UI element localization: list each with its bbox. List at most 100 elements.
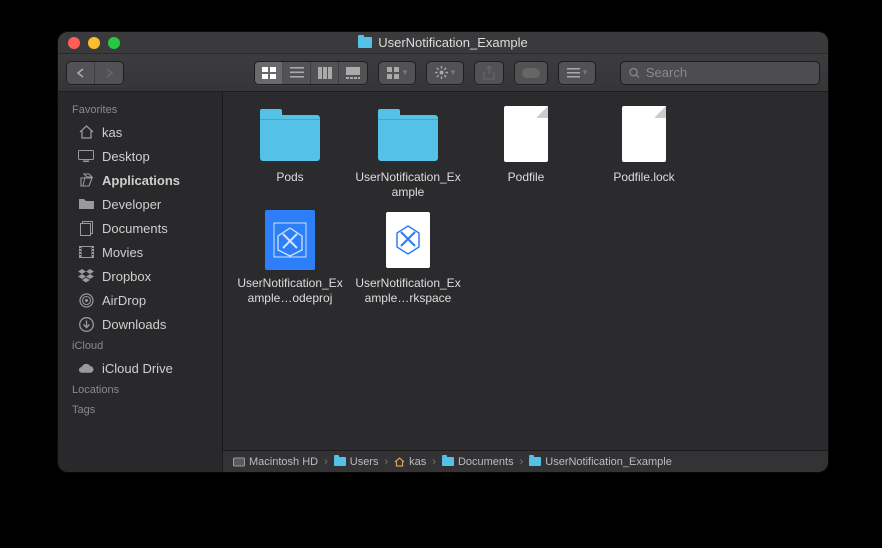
path-segment[interactable]: Documents xyxy=(442,456,514,468)
chevron-right-icon: › xyxy=(432,456,436,468)
main-content: PodsUserNotification_ExamplePodfilePodfi… xyxy=(223,92,828,472)
back-button[interactable] xyxy=(67,62,95,84)
gallery-view-button[interactable] xyxy=(339,62,367,84)
sidebar-section-header: Favorites xyxy=(58,100,222,120)
sidebar-item-label: AirDrop xyxy=(102,293,146,308)
disk-icon xyxy=(233,456,245,468)
column-view-button[interactable] xyxy=(311,62,339,84)
path-segment[interactable]: UserNotification_Example xyxy=(529,456,672,468)
downloads-icon xyxy=(78,316,94,332)
action-button-group: ▾ xyxy=(426,61,464,85)
chevron-right-icon: › xyxy=(384,456,388,468)
sidebar-item-desktop[interactable]: Desktop xyxy=(58,144,222,168)
file-item[interactable]: Podfile xyxy=(467,102,585,200)
path-bar: Macintosh HD › Users › kas › Documents › UserNot… xyxy=(223,450,828,472)
sidebar-section-header: Tags xyxy=(58,400,222,420)
folder-icon xyxy=(358,37,372,48)
window-body: Favorites kas Desktop Applications Developer… xyxy=(58,92,828,472)
titlebar: UserNotification_Example xyxy=(58,32,828,54)
tags-button-group xyxy=(514,61,548,85)
doc-icon xyxy=(612,102,676,166)
minimize-button[interactable] xyxy=(88,37,100,49)
xcworkspace-icon xyxy=(376,208,440,272)
icon-view-button[interactable] xyxy=(255,62,283,84)
xcodeproj-icon xyxy=(258,208,322,272)
mini-folder xyxy=(334,457,346,466)
sidebar-item-label: iCloud Drive xyxy=(102,361,173,376)
path-segment-label: Documents xyxy=(458,456,514,468)
path-segment-label: Users xyxy=(350,456,379,468)
view-mode-buttons xyxy=(254,61,368,85)
close-button[interactable] xyxy=(68,37,80,49)
file-label: Podfile xyxy=(467,170,585,185)
chevron-right-icon: › xyxy=(324,456,328,468)
sidebar-item-airdrop[interactable]: AirDrop xyxy=(58,288,222,312)
file-label: UserNotification_Example…rkspace xyxy=(349,276,467,306)
apps-icon xyxy=(78,172,94,188)
path-segment[interactable]: kas xyxy=(394,456,426,468)
sidebar-item-developer[interactable]: Developer xyxy=(58,192,222,216)
file-item[interactable]: Podfile.lock xyxy=(585,102,703,200)
arrange-button-group: ▾ xyxy=(378,61,416,85)
file-item[interactable]: UserNotification_Example…rkspace xyxy=(349,208,467,306)
dropdown-button[interactable]: ▾ xyxy=(559,62,595,84)
file-item[interactable]: Pods xyxy=(231,102,349,200)
list-view-button[interactable] xyxy=(283,62,311,84)
sidebar-item-label: Developer xyxy=(102,197,161,212)
forward-button[interactable] xyxy=(95,62,123,84)
search-field[interactable] xyxy=(620,61,820,85)
file-item[interactable]: UserNotification_Example…odeproj xyxy=(231,208,349,306)
sidebar-section-header: iCloud xyxy=(58,336,222,356)
mini-folder xyxy=(529,457,541,466)
home-mini-icon xyxy=(394,457,405,467)
file-label: UserNotification_Example…odeproj xyxy=(231,276,349,306)
doc-icon xyxy=(494,102,558,166)
maximize-button[interactable] xyxy=(108,37,120,49)
dropdown-button-group: ▾ xyxy=(558,61,596,85)
sidebar-item-label: Desktop xyxy=(102,149,150,164)
traffic-lights xyxy=(68,37,120,49)
finder-window: UserNotification_Example xyxy=(58,32,828,472)
mini-folder xyxy=(442,457,454,466)
dropbox-icon xyxy=(78,268,94,284)
sidebar-item-label: Dropbox xyxy=(102,269,151,284)
sidebar-item-label: kas xyxy=(102,125,122,140)
sidebar-item-label: Documents xyxy=(102,221,168,236)
folder-icon xyxy=(258,102,322,166)
path-segment-label: kas xyxy=(409,456,426,468)
sidebar-item-kas[interactable]: kas xyxy=(58,120,222,144)
nav-buttons xyxy=(66,61,124,85)
sidebar-item-label: Movies xyxy=(102,245,143,260)
sidebar-item-movies[interactable]: Movies xyxy=(58,240,222,264)
movies-icon xyxy=(78,244,94,260)
sidebar-item-icloud-drive[interactable]: iCloud Drive xyxy=(58,356,222,380)
cloud-icon xyxy=(78,360,94,376)
sidebar-item-label: Applications xyxy=(102,173,180,188)
file-label: Podfile.lock xyxy=(585,170,703,185)
share-button-group xyxy=(474,61,504,85)
sidebar-item-applications[interactable]: Applications xyxy=(58,168,222,192)
share-button[interactable] xyxy=(475,62,503,84)
documents-icon xyxy=(78,220,94,236)
tags-button[interactable] xyxy=(515,62,547,84)
action-button[interactable]: ▾ xyxy=(427,62,463,84)
arrange-button[interactable]: ▾ xyxy=(379,62,415,84)
path-segment-label: UserNotification_Example xyxy=(545,456,672,468)
search-icon xyxy=(629,67,640,79)
file-item[interactable]: UserNotification_Example xyxy=(349,102,467,200)
sidebar-item-downloads[interactable]: Downloads xyxy=(58,312,222,336)
folder-icon xyxy=(78,196,94,212)
path-segment[interactable]: Users xyxy=(334,456,379,468)
search-input[interactable] xyxy=(646,65,811,80)
icon-grid[interactable]: PodsUserNotification_ExamplePodfilePodfi… xyxy=(223,92,828,450)
desktop-icon xyxy=(78,148,94,164)
file-label: Pods xyxy=(231,170,349,185)
sidebar-item-documents[interactable]: Documents xyxy=(58,216,222,240)
sidebar-item-label: Downloads xyxy=(102,317,166,332)
sidebar-item-dropbox[interactable]: Dropbox xyxy=(58,264,222,288)
folder-icon xyxy=(376,102,440,166)
toolbar: ▾ ▾ ▾ xyxy=(58,54,828,92)
sidebar-section-header: Locations xyxy=(58,380,222,400)
path-segment[interactable]: Macintosh HD xyxy=(233,456,318,468)
chevron-right-icon: › xyxy=(520,456,524,468)
